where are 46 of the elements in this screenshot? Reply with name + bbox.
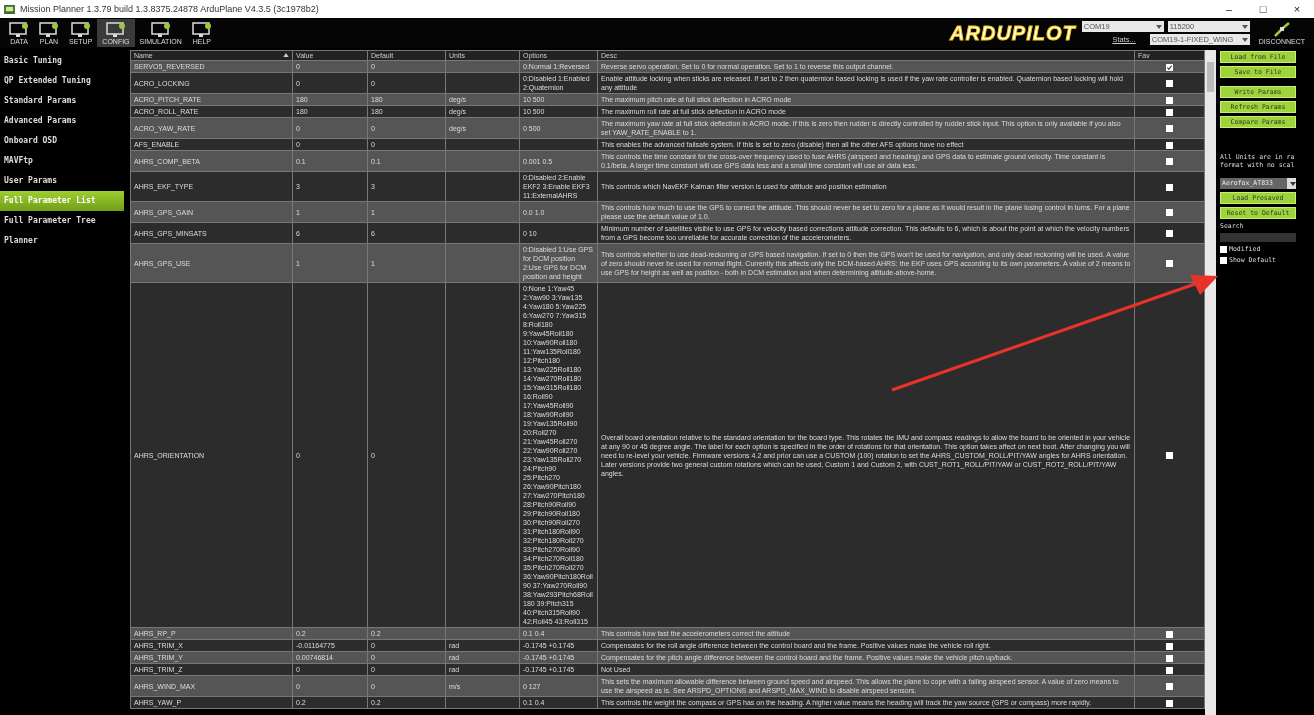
search-field[interactable] [1220, 233, 1296, 242]
monitor-icon [105, 21, 126, 38]
logo: ARDUPILOT [950, 21, 1076, 45]
caret-icon [1241, 37, 1248, 42]
caret-icon [1241, 24, 1248, 29]
favorite-checkbox[interactable] [1166, 209, 1173, 217]
caret-icon [1290, 181, 1296, 186]
sidebar-item[interactable]: Planner [0, 231, 120, 251]
window-control-button[interactable]: □ [1246, 3, 1280, 15]
favorite-checkbox[interactable] [1166, 141, 1173, 149]
sidebar-item[interactable]: Full Parameter Tree [0, 211, 120, 231]
sidebar-item[interactable]: QP Extended Tuning [0, 71, 120, 91]
caret-icon [1155, 24, 1162, 29]
monitor-icon [191, 21, 212, 38]
sidebar-item[interactable]: Basic Tuning [0, 51, 120, 71]
sidebar-item[interactable]: User Params [0, 171, 120, 191]
scrollbar[interactable] [1205, 50, 1216, 715]
monitor-icon [70, 21, 91, 38]
favorite-checkbox[interactable] [1166, 63, 1173, 71]
favorite-checkbox[interactable] [1166, 96, 1173, 104]
favorite-checkbox[interactable] [1166, 642, 1173, 650]
window-control-button[interactable]: – [1212, 3, 1246, 15]
sort-arrow-icon [283, 53, 289, 57]
favorite-checkbox[interactable] [1166, 654, 1173, 662]
monitor-icon [39, 21, 59, 38]
sidebar-item[interactable]: Advanced Params [0, 111, 120, 131]
favorite-checkbox[interactable] [1166, 108, 1173, 116]
favorite-checkbox[interactable] [1166, 666, 1173, 674]
favorite-checkbox[interactable] [1166, 630, 1173, 638]
favorite-checkbox[interactable] [1166, 183, 1173, 191]
window-title: Mission Planner 1.3.79 build 1.3.8375.24878 ArduPlane V4.3.5 (3c1978b2) [20, 4, 320, 14]
favorite-checkbox[interactable] [1166, 158, 1173, 166]
favorite-checkbox[interactable] [1166, 699, 1173, 707]
favorite-checkbox[interactable] [1166, 80, 1173, 88]
favorite-checkbox[interactable] [1166, 230, 1173, 238]
app-icon [4, 4, 15, 14]
sidebar-item[interactable]: MAVFtp [0, 151, 120, 171]
favorite-checkbox[interactable] [1166, 260, 1173, 268]
favorite-checkbox[interactable] [1166, 683, 1173, 691]
sidebar-item[interactable]: Onboard OSD [0, 131, 120, 151]
favorite-checkbox[interactable] [1166, 125, 1173, 133]
favorite-checkbox[interactable] [1166, 452, 1173, 460]
monitor-icon [9, 21, 29, 38]
window-control-button[interactable]: × [1280, 3, 1314, 15]
monitor-icon [150, 21, 171, 38]
sidebar-item[interactable]: Standard Params [0, 91, 120, 111]
